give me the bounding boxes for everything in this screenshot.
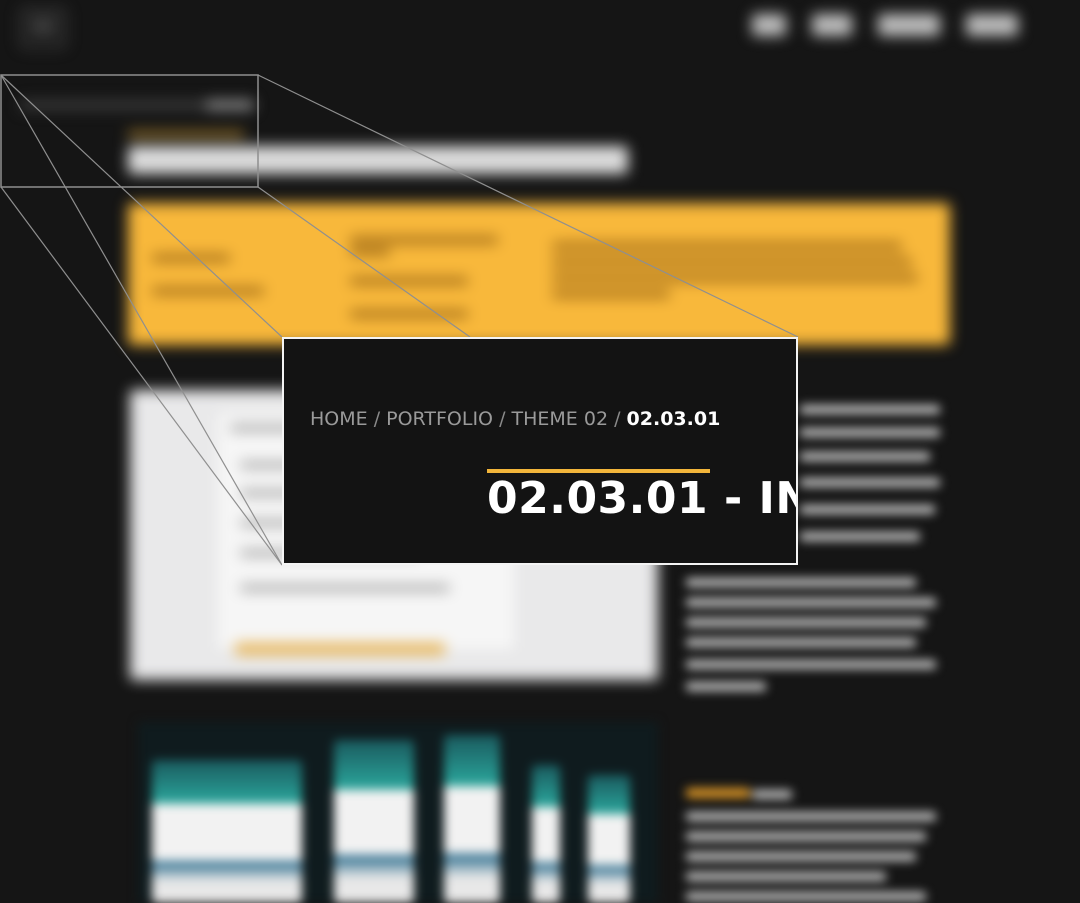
- mockup-phone: [588, 775, 630, 903]
- breadcrumb-separator: /: [614, 408, 627, 430]
- nav-item[interactable]: [878, 14, 940, 36]
- nav-item[interactable]: [966, 14, 1018, 36]
- blurred-breadcrumb-current: [206, 100, 254, 110]
- section-label: [686, 788, 750, 798]
- breadcrumb-current: 02.03.01: [626, 408, 721, 430]
- mockup-phone: [152, 760, 302, 903]
- nav-item[interactable]: [752, 14, 786, 36]
- mockup-phone: [334, 740, 414, 903]
- menu-icon: [30, 18, 56, 36]
- breadcrumb-separator: /: [373, 408, 387, 430]
- breadcrumb-separator: /: [499, 408, 512, 430]
- screenshot-highlight: [235, 643, 445, 655]
- breadcrumb-theme[interactable]: THEME 02: [512, 408, 609, 430]
- mockup-phone: [444, 735, 500, 903]
- zoom-inset: HOME / PORTFOLIO / THEME 02 / 02.03.01 0…: [282, 337, 798, 565]
- top-navigation: [752, 14, 1018, 36]
- blurred-breadcrumb: [20, 100, 210, 110]
- breadcrumb-portfolio[interactable]: PORTFOLIO: [386, 408, 493, 430]
- mockup-phone: [532, 765, 560, 903]
- blurred-page-title: [128, 146, 628, 174]
- breadcrumb: HOME / PORTFOLIO / THEME 02 / 02.03.01: [310, 408, 720, 430]
- breadcrumb-home[interactable]: HOME: [310, 408, 368, 430]
- blurred-title-accent: [128, 132, 244, 136]
- page-title: 02.03.01 - INTE: [487, 473, 796, 524]
- nav-item[interactable]: [812, 14, 852, 36]
